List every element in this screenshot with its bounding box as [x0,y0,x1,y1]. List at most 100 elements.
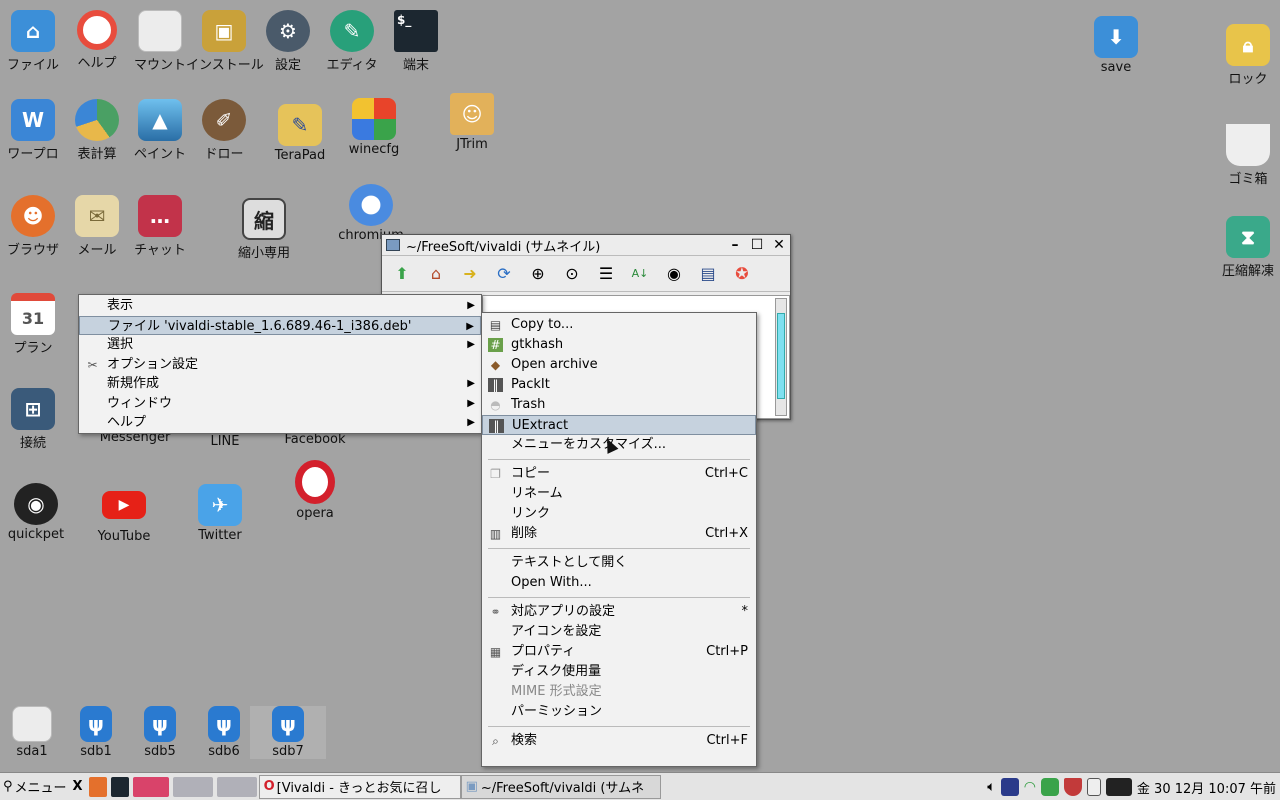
firewall-icon[interactable] [1063,778,1082,796]
gear-icon: ⚙ [266,10,310,52]
mail-icon: ✉ [75,195,119,237]
menu-item-uextract[interactable]: ‖ UExtract [482,415,756,435]
menu-item-set-icon[interactable]: アイコンを設定 [482,622,756,642]
lifebuoy-icon [77,10,117,50]
workspace-1[interactable] [132,776,169,797]
menu-item-delete[interactable]: ▥ 削除 Ctrl+X [482,524,756,544]
chat-icon: … [138,195,182,237]
submenu-arrow-icon: ▶ [466,320,474,332]
start-menu-button[interactable]: ⚲ メニュー [0,774,67,800]
desktop-icon-draw[interactable]: ✐ ドロー [186,99,262,162]
menu-item-window[interactable]: ウィンドウ ▶ [79,394,481,414]
menu-item-permissions[interactable]: パーミッション [482,702,756,722]
wifi-icon[interactable]: ◠ [1024,779,1036,795]
desktop-icon-connect[interactable]: ⊞ 接続 [0,388,71,451]
download-icon: ⬇ [1094,16,1138,58]
menu-item-open-with[interactable]: Open With... [482,573,756,593]
menu-item-properties[interactable]: ▦ プロパティ Ctrl+P [482,642,756,662]
desktop-icon-trash[interactable]: ゴミ箱 [1210,124,1280,187]
clipboard-icon[interactable] [1086,778,1101,796]
terminal-launch-icon[interactable] [110,776,129,797]
menu-item-packit[interactable]: ‖ PackIt [482,375,756,395]
desktop-icon-terminal[interactable]: $_ 端末 [378,10,454,73]
desktop-icon-shrink[interactable]: 縮 縮小専用 [226,198,302,261]
delete-icon: ▥ [489,527,502,541]
workspace-2[interactable] [172,776,213,797]
desktop-icon-sdb7[interactable]: ψ sdb7 [250,706,326,759]
x-icon[interactable]: X [73,774,83,800]
menu-item-rename[interactable]: リネーム [482,484,756,504]
desktop-icon-save[interactable]: ⬇ save [1078,16,1154,75]
menu-item-customize[interactable]: メニューをカスタマイズ... [482,435,756,455]
menu-item-link[interactable]: リンク [482,504,756,524]
menu-item-app-settings[interactable]: ⚭ 対応アプリの設定 * [482,602,756,622]
volume-icon[interactable]: 🔈︎ [987,779,995,795]
keyboard-icon[interactable] [1000,778,1019,796]
close-icon[interactable]: ✕ [768,237,790,253]
desktop-icon-chat[interactable]: … チャット [122,195,198,258]
desktop-icon-jtrim[interactable]: ☺ JTrim [434,93,510,152]
drive-icon [12,706,52,742]
menu-separator [488,726,750,727]
menu-item-view[interactable]: 表示 ▶ [79,296,481,316]
browser-launch-icon[interactable] [88,776,107,797]
minimize-icon[interactable]: – [724,237,746,253]
menu-item-file[interactable]: ファイル 'vivaldi-stable_1.6.689.46-1_i386.d… [79,315,481,335]
desktop-icon-opera[interactable]: opera [277,460,353,521]
menu-item-copy[interactable]: ❐ コピー Ctrl+C [482,464,756,484]
list-view-icon[interactable]: ☰ [594,262,618,286]
desktop-icon-plan[interactable]: 31 プラン [0,293,71,356]
help-lifebuoy-icon[interactable]: ✪ [730,262,754,286]
scrollbar-thumb[interactable] [777,313,785,399]
desktop-icon-terapad[interactable]: ✎ TeraPad [262,104,338,163]
trash-icon: ◓ [490,398,501,412]
desktop-icon-winecfg[interactable]: winecfg [336,98,412,157]
vertical-scrollbar[interactable] [775,298,787,416]
menu-item-open-as-text[interactable]: テキストとして開く [482,553,756,573]
menu-item-mime: MIME 形式設定 [511,684,602,699]
paint-icon: ▲ [138,99,182,141]
menu-item-open-archive[interactable]: ◆ Open archive [482,355,756,375]
calendar-icon: 31 [11,293,55,335]
desktop-icon-youtube[interactable]: ▶ YouTube [86,485,162,544]
pen-icon: ✎ [330,10,374,52]
workspace-3[interactable] [216,776,257,797]
zoom-in-icon[interactable]: ⊕ [526,262,550,286]
menu-item-new[interactable]: 新規作成 ▶ [79,374,481,394]
sort-icon[interactable]: A↓ [628,262,652,286]
desktop-icon-archive[interactable]: ⧗ 圧縮解凍 [1210,216,1280,279]
window-titlebar[interactable]: ~/FreeSoft/vivaldi (サムネイル) – ☐ ✕ [382,235,790,256]
trash-icon [1226,124,1270,166]
jtrim-icon: ☺ [450,93,494,135]
up-arrow-icon[interactable]: ⬆ [390,262,414,286]
task-file-manager[interactable]: ▣ ~/FreeSoft/vivaldi (サムネ [460,774,661,799]
menu-item-select[interactable]: 選択 ▶ [79,335,481,355]
menu-item-gtkhash[interactable]: # gtkhash [482,335,756,355]
desktop-icon-lock[interactable]: 🔒︎ ロック [1210,24,1280,87]
zoom-fit-icon[interactable]: ⊙ [560,262,584,286]
opera-task-icon: O [263,779,275,794]
drive-status-icon[interactable] [1040,778,1059,796]
eye-icon[interactable]: ◉ [662,262,686,286]
home-icon[interactable]: ⌂ [424,262,448,286]
menu-item-help[interactable]: ヘルプ ▶ [79,413,481,433]
menu-item-disk-usage[interactable]: ディスク使用量 [482,662,756,682]
task-vivaldi[interactable]: O [Vivaldi - きっとお気に召し [258,774,461,799]
window-app-icon [386,239,400,251]
menu-item-options[interactable]: ✂ オプション設定 [79,355,481,375]
refresh-icon[interactable]: ⟳ [492,262,516,286]
menu-item-copy-to[interactable]: ▤ Copy to... [482,315,756,335]
desktop-icon-twitter[interactable]: ✈ Twitter [182,484,258,543]
lock-icon: 🔒︎ [1226,24,1270,66]
clock[interactable]: 金 30 12月 10:07 午前 [1137,778,1276,797]
open-archive-icon: ◆ [490,358,501,372]
terminal-icon: $_ [394,10,438,52]
menu-item-trash[interactable]: ◓ Trash [482,395,756,415]
desktop-icon-quickpet[interactable]: ◉ quickpet [0,483,74,542]
menu-separator [488,548,750,549]
go-icon[interactable]: ➜ [458,262,482,286]
word-processor-icon: W [11,99,55,141]
maximize-icon[interactable]: ☐ [746,237,768,253]
details-icon[interactable]: ▤ [696,262,720,286]
menu-item-search[interactable]: ⌕ 検索 Ctrl+F [482,731,756,751]
